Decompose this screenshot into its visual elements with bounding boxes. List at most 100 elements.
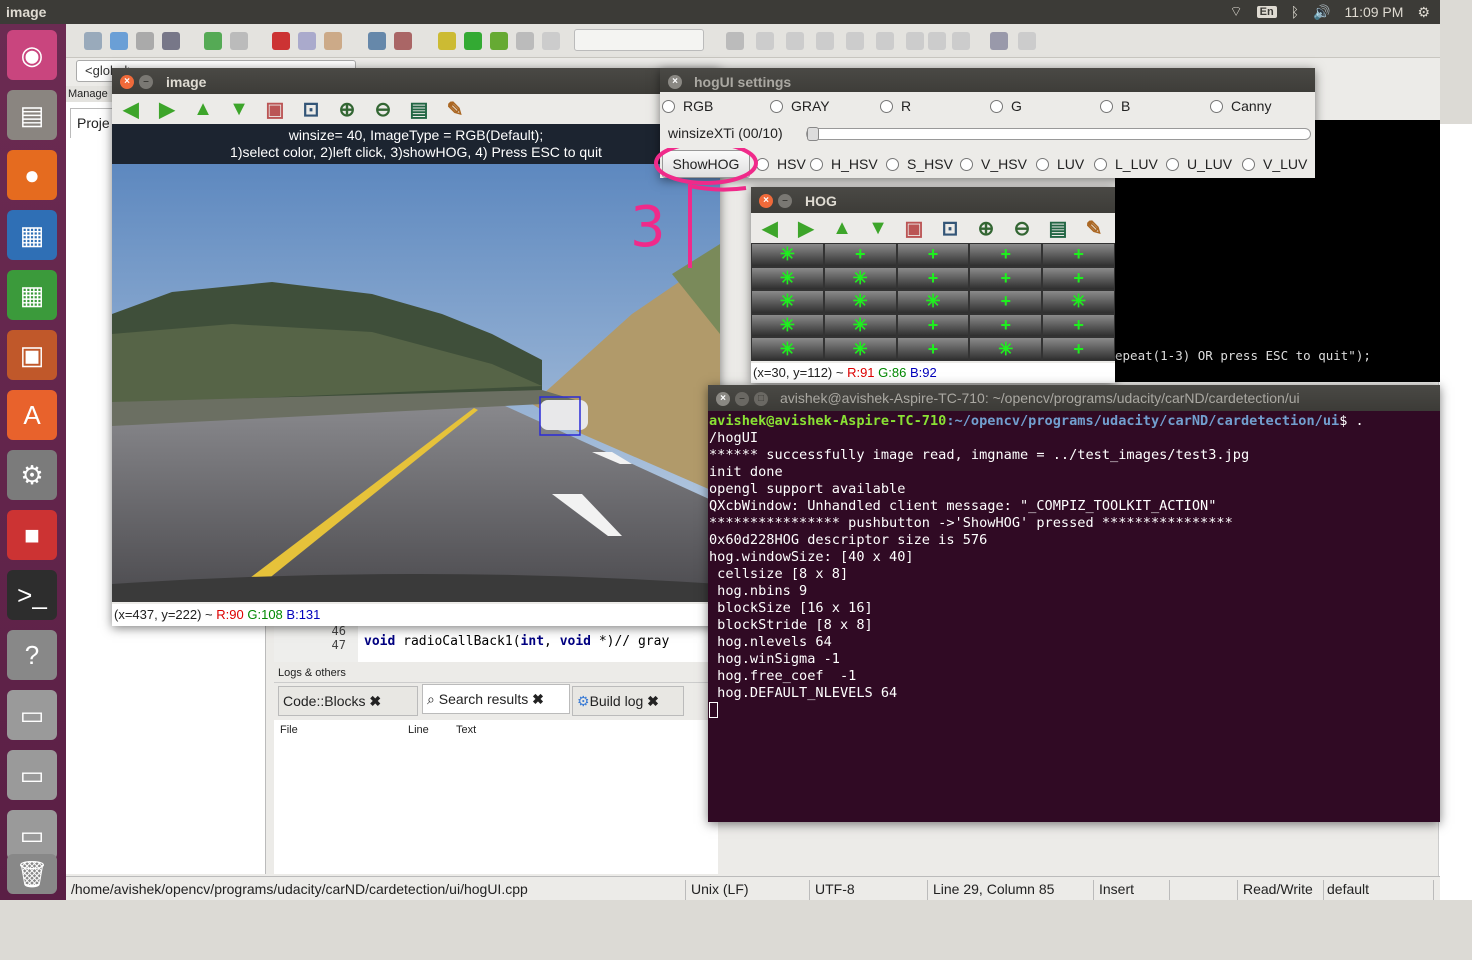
build-icon[interactable] — [438, 32, 456, 50]
minimize-icon[interactable]: – — [735, 392, 749, 406]
radio-l-luv[interactable]: L_LUV — [1094, 156, 1158, 172]
image-icon[interactable]: ▣ — [264, 98, 286, 121]
radio-v-luv[interactable]: V_LUV — [1242, 156, 1307, 172]
undo-icon[interactable] — [204, 32, 222, 50]
radio-circle[interactable] — [1242, 157, 1255, 171]
arrow-right-icon[interactable]: ▶ — [795, 217, 817, 240]
radio-circle[interactable] — [886, 157, 899, 171]
terminal-icon[interactable]: >_ — [7, 570, 57, 620]
radio-v-hsv[interactable]: V_HSV — [960, 156, 1027, 172]
step-icon[interactable] — [876, 32, 894, 50]
trash-icon[interactable]: 🗑 — [7, 854, 57, 894]
radio-g[interactable]: G — [990, 98, 1022, 114]
files-icon[interactable]: ▤ — [7, 90, 57, 140]
column-header[interactable]: Line — [408, 724, 429, 736]
zoom-fit-icon[interactable]: ⊡ — [300, 98, 322, 121]
wifi-icon[interactable]: ⌔ — [1229, 3, 1242, 21]
step-icon[interactable] — [906, 32, 924, 50]
close-icon[interactable]: ✖ — [369, 693, 381, 709]
settings-icon[interactable]: ⚙ — [7, 450, 57, 500]
drive-icon[interactable]: ▭ — [7, 810, 57, 860]
close-icon[interactable]: × — [120, 75, 134, 89]
radio-s-hsv[interactable]: S_HSV — [886, 156, 953, 172]
image-icon[interactable]: ▣ — [903, 217, 925, 240]
radio-circle[interactable] — [1094, 157, 1107, 171]
radio-b[interactable]: B — [1100, 98, 1130, 114]
radio-circle[interactable] — [990, 99, 1003, 113]
clock[interactable]: 11:09 PM — [1345, 4, 1404, 20]
slider-handle[interactable] — [807, 127, 819, 141]
close-icon[interactable]: × — [759, 194, 773, 208]
impress-icon[interactable]: ▣ — [7, 330, 57, 380]
writer-icon[interactable]: ▦ — [7, 210, 57, 260]
radio-luv[interactable]: LUV — [1036, 156, 1084, 172]
zoom-in-icon[interactable]: ⊕ — [975, 217, 997, 240]
pause-icon[interactable] — [928, 32, 946, 50]
editor-area[interactable] — [1438, 124, 1472, 900]
bluetooth-icon[interactable]: ᛒ — [1291, 4, 1299, 20]
arrow-right-icon[interactable]: ▶ — [156, 98, 178, 121]
arrow-down-icon[interactable]: ▼ — [228, 98, 250, 120]
tab-search-results[interactable]: ⌕ Search results ✖ — [422, 684, 570, 714]
firefox-icon[interactable]: ● — [7, 150, 57, 200]
arrow-down-icon[interactable]: ▼ — [867, 217, 889, 239]
radio-r[interactable]: R — [880, 98, 911, 114]
info-icon[interactable] — [1018, 32, 1036, 50]
radio-circle[interactable] — [1166, 157, 1179, 171]
arrow-left-icon[interactable]: ◀ — [759, 217, 781, 240]
stop-icon[interactable] — [952, 32, 970, 50]
step-icon[interactable] — [816, 32, 834, 50]
open-icon[interactable] — [110, 32, 128, 50]
new-file-icon[interactable] — [84, 32, 102, 50]
code-line[interactable]: void radioCallBack1(int, void *)// gray — [364, 634, 669, 649]
minimize-icon[interactable]: – — [778, 194, 792, 208]
radio-h-hsv[interactable]: H_HSV — [810, 156, 878, 172]
tab-build-log[interactable]: ⚙Build log ✖ — [572, 686, 684, 716]
step-icon[interactable] — [756, 32, 774, 50]
arrow-left-icon[interactable]: ◀ — [120, 98, 142, 121]
volume-icon[interactable]: 🔊 — [1313, 4, 1330, 21]
column-header[interactable]: File — [280, 724, 298, 736]
maximize-icon[interactable]: □ — [754, 392, 768, 406]
radio-u-luv[interactable]: U_LUV — [1166, 156, 1232, 172]
properties-icon[interactable]: ✎ — [444, 98, 466, 121]
build-target-select[interactable] — [574, 29, 704, 51]
radio-hsv[interactable]: HSV — [756, 156, 806, 172]
arrow-up-icon[interactable]: ▲ — [192, 98, 214, 120]
tab-codeblocks[interactable]: Code::Blocks ✖ — [278, 686, 418, 716]
zoom-in-icon[interactable]: ⊕ — [336, 98, 358, 121]
zoom-fit-icon[interactable]: ⊡ — [939, 217, 961, 240]
radio-circle[interactable] — [1210, 99, 1223, 113]
close-icon[interactable]: × — [668, 75, 682, 89]
drive-icon[interactable]: ▭ — [7, 690, 57, 740]
hog-visualization[interactable]: ✳ + + + + ✳ ✳ + + + ✳ ✳ ✳ + ✳ ✳ ✳ + + + ✳ ✳ + ✳ + — [751, 243, 1115, 361]
debug-icon[interactable] — [726, 32, 744, 50]
find-icon[interactable] — [368, 32, 386, 50]
debug-window-icon[interactable] — [990, 32, 1008, 50]
save-icon[interactable] — [136, 32, 154, 50]
ubuntu-dash-icon[interactable]: ◉ — [7, 30, 57, 80]
step-icon[interactable] — [846, 32, 864, 50]
radio-canny[interactable]: Canny — [1210, 98, 1271, 114]
codeblocks-icon[interactable]: ■ — [7, 510, 57, 560]
paste-icon[interactable] — [324, 32, 342, 50]
radio-circle[interactable] — [880, 99, 893, 113]
close-icon[interactable]: × — [716, 392, 730, 406]
calc-icon[interactable]: ▦ — [7, 270, 57, 320]
abort-icon[interactable] — [542, 32, 560, 50]
zoom-out-icon[interactable]: ⊖ — [372, 98, 394, 121]
cut-icon[interactable] — [272, 32, 290, 50]
radio-circle[interactable] — [662, 99, 675, 113]
build-run-icon[interactable] — [490, 32, 508, 50]
properties-icon[interactable]: ✎ — [1083, 217, 1105, 240]
redo-icon[interactable] — [230, 32, 248, 50]
title-bar[interactable]: × – □ avishek@avishek-Aspire-TC-710: ~/o… — [708, 385, 1440, 411]
close-icon[interactable]: ✖ — [532, 691, 544, 707]
minimize-icon[interactable]: – — [139, 75, 153, 89]
arrow-up-icon[interactable]: ▲ — [831, 217, 853, 239]
step-icon[interactable] — [786, 32, 804, 50]
drive-icon[interactable]: ▭ — [7, 750, 57, 800]
rebuild-icon[interactable] — [516, 32, 534, 50]
gear-icon[interactable]: ⚙ — [1417, 4, 1430, 21]
save-icon[interactable]: ▤ — [408, 98, 430, 121]
